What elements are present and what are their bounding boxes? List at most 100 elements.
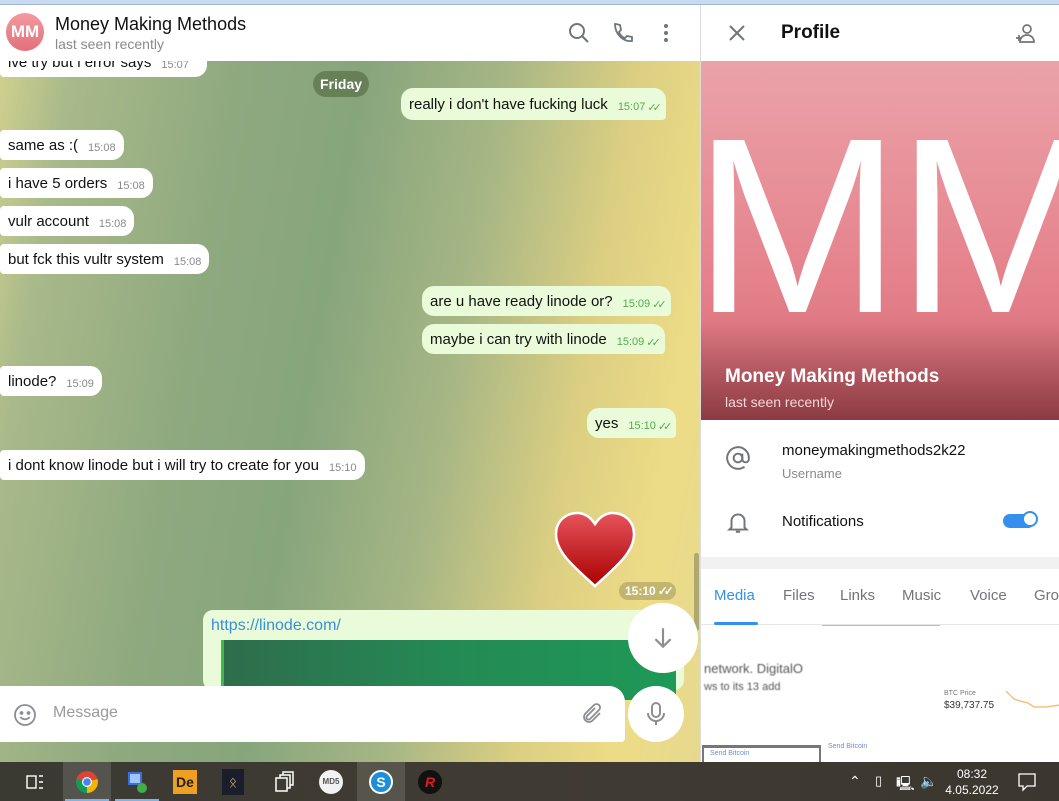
media-thumbnail[interactable]: Send Bitcoin — [822, 625, 940, 762]
remote-desktop-icon — [128, 771, 147, 793]
voice-record-button[interactable] — [628, 686, 684, 742]
profile-status: last seen recently — [725, 394, 834, 410]
more-icon[interactable] — [654, 21, 678, 45]
profile-panel: Profile MM Money Making Methods last see… — [700, 5, 1059, 762]
tab-media[interactable]: Media — [714, 587, 755, 604]
message-incoming[interactable]: linode? 15:09 — [0, 366, 102, 396]
windows-stack-icon — [275, 770, 294, 792]
tab-voice[interactable]: Voice — [970, 587, 1007, 604]
tab-links[interactable]: Links — [840, 587, 875, 604]
profile-name: Money Making Methods — [725, 366, 940, 387]
redline-icon: R — [418, 769, 442, 794]
taskbar-md5[interactable]: MD5 — [308, 762, 354, 801]
profile-cover[interactable]: MM Money Making Methods last seen recent… — [701, 61, 1059, 420]
k-app-icon: ᛟ — [222, 768, 244, 795]
add-contact-icon[interactable] — [1014, 21, 1038, 45]
clock-date: 4.05.2022 — [945, 783, 999, 797]
cover-initials: MM — [701, 86, 1059, 365]
phone-icon[interactable] — [611, 21, 635, 45]
message-time: 15:08 — [117, 180, 145, 192]
tab-groups[interactable]: Gro — [1034, 587, 1059, 604]
media-thumbnail[interactable]: BTC Price $39,737.75 — [941, 625, 1059, 762]
message-outgoing[interactable]: yes 15:10 ✓✓ — [587, 408, 677, 438]
message-input[interactable]: Message — [0, 686, 625, 742]
chevron-up-icon[interactable]: ⌃ — [849, 773, 861, 790]
message-time: 15:08 — [98, 218, 127, 230]
message-placeholder: Message — [53, 704, 118, 721]
volume-icon[interactable]: 🔈 — [920, 773, 937, 790]
double-check-icon: ✓✓ — [657, 420, 673, 433]
double-check-icon: ✓✓ — [646, 336, 661, 349]
message-text: but fck this vultr system — [8, 250, 164, 268]
sticker-time: 15:10 ✓✓ — [619, 582, 676, 600]
message-text: vulr account — [8, 212, 89, 230]
de-icon: De — [173, 769, 197, 794]
message-time: 15:10 — [329, 462, 357, 474]
taskbar-remote-desktop[interactable] — [113, 762, 161, 801]
chrome-icon — [76, 770, 98, 793]
message-text: are u have ready linode or? — [430, 292, 613, 310]
message-time: 15:09 — [622, 298, 651, 310]
taskbar-app-k[interactable]: ᛟ — [210, 762, 256, 801]
username-value[interactable]: moneymakingmethods2k22 — [782, 442, 965, 459]
profile-title: Profile — [781, 22, 841, 43]
message-time: 15:08 — [88, 142, 116, 154]
clock[interactable]: 08:32 4.05.2022 — [940, 766, 1004, 798]
paperclip-icon[interactable] — [580, 702, 604, 726]
message-text: same as :( — [8, 136, 79, 154]
media-thumbnail[interactable]: network. DigitalO ws to its 13 add Send … — [702, 625, 821, 762]
bell-icon — [726, 513, 750, 533]
double-check-icon: ✓✓ — [652, 298, 667, 311]
link-message[interactable]: https://linode.com/ — [203, 610, 684, 700]
message-text: yes — [595, 414, 619, 432]
message-outgoing[interactable]: maybe i can try with linode 15:09 ✓✓ — [422, 324, 665, 354]
network-icon[interactable]: 🖳 — [896, 773, 915, 797]
link-url[interactable]: https://linode.com/ — [211, 617, 341, 635]
message-text: maybe i can try with linode — [430, 330, 607, 348]
taskbar-s-app[interactable]: S — [357, 762, 405, 801]
smile-icon[interactable] — [13, 703, 37, 727]
message-incoming[interactable]: but fck this vultr system 15:08 — [0, 244, 210, 274]
taskbar: De ᛟ MD5 S R ⌃ ▯ 🖳 🔈 08:32 4.05.2022 — [0, 762, 1059, 801]
camera-icon[interactable]: ▯ — [875, 773, 882, 789]
task-view-button[interactable] — [12, 762, 58, 801]
message-text: i dont know linode but i will try to cre… — [8, 456, 319, 474]
message-incoming[interactable]: vulr account 15:08 — [0, 206, 135, 236]
message-incoming[interactable]: i have 5 orders 15:08 — [0, 168, 153, 198]
message-outgoing[interactable]: are u have ready linode or? 15:09 ✓✓ — [422, 286, 671, 316]
chat-header[interactable]: MM Money Making Methods last seen recent… — [0, 5, 700, 61]
message-time: 15:07 — [617, 101, 646, 113]
heart-sticker[interactable] — [553, 510, 637, 590]
avatar[interactable]: MM — [6, 13, 44, 51]
chat-status: last seen recently — [55, 36, 164, 52]
message-time: 15:10 — [628, 420, 656, 432]
notifications-toggle[interactable] — [1003, 511, 1038, 528]
chat-area: MM Money Making Methods last seen recent… — [0, 5, 700, 762]
username-label: Username — [782, 466, 842, 481]
tab-music[interactable]: Music — [902, 587, 941, 604]
notifications-label: Notifications — [782, 513, 864, 530]
at-icon — [726, 446, 750, 470]
message-incoming[interactable]: i dont know linode but i will try to cre… — [0, 450, 365, 480]
tab-files[interactable]: Files — [783, 587, 815, 604]
date-pill: Friday — [313, 71, 370, 97]
task-view-icon — [26, 774, 43, 789]
taskbar-windows-app[interactable] — [262, 762, 308, 801]
double-check-icon: ✓✓ — [647, 101, 662, 114]
close-icon[interactable] — [727, 23, 747, 43]
taskbar-chrome[interactable] — [63, 762, 111, 801]
message-time: 15:08 — [173, 256, 202, 268]
notification-center-icon[interactable] — [1017, 772, 1037, 792]
message-incoming[interactable]: same as :( 15:08 — [0, 130, 124, 160]
chat-title: Money Making Methods — [55, 14, 247, 34]
clock-time: 08:32 — [956, 767, 988, 781]
scrollbar[interactable] — [694, 553, 699, 631]
message-text: i have 5 orders — [8, 174, 108, 192]
message-outgoing[interactable]: really i don't have fucking luck 15:07 ✓✓ — [401, 88, 666, 120]
taskbar-redline[interactable]: R — [407, 762, 453, 801]
taskbar-de-app[interactable]: De — [162, 762, 208, 801]
search-icon[interactable] — [567, 21, 591, 45]
message-time: 15:09 — [616, 336, 645, 348]
profile-header: Profile — [701, 5, 1059, 61]
scroll-down-button[interactable] — [628, 603, 698, 673]
